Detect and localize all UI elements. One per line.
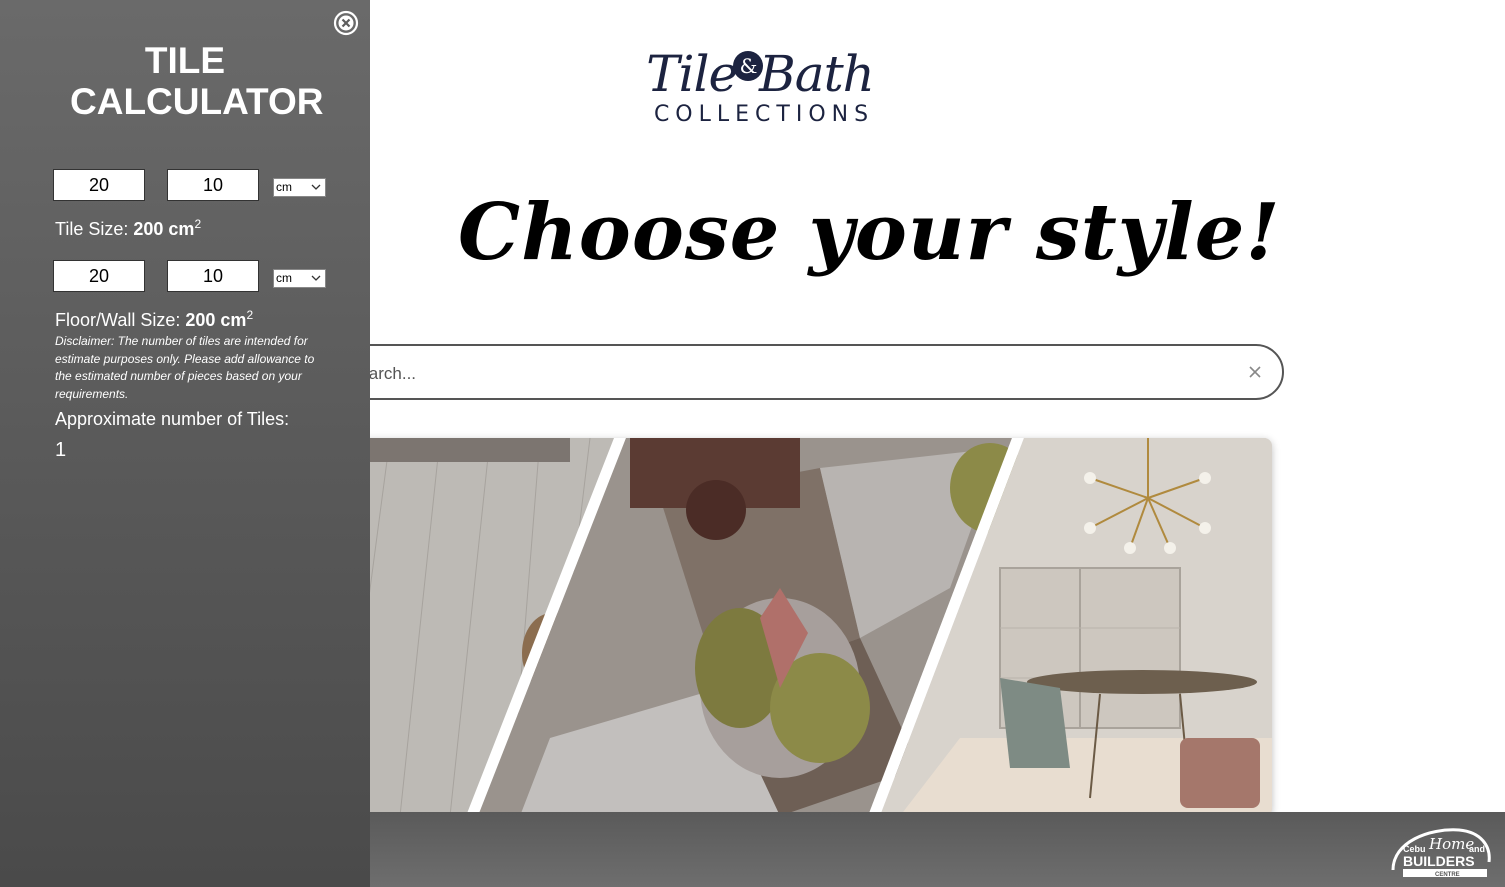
- brand-logo[interactable]: Tile &Bath COLLECTIONS: [630, 44, 890, 144]
- tile-size-exponent: 2: [194, 217, 202, 231]
- search-bar[interactable]: [300, 344, 1284, 400]
- area-size-label: Floor/Wall Size:: [55, 310, 181, 330]
- tile-size-value: 200 cm: [133, 219, 195, 239]
- area-unit-value: cm: [276, 271, 292, 285]
- area-size-exponent: 2: [246, 308, 254, 322]
- logo-amp: &: [733, 51, 764, 81]
- logo-subtitle: COLLECTIONS: [653, 102, 875, 127]
- approx-tiles-label: Approximate number of Tiles:: [55, 409, 290, 429]
- calculator-title: TILE CALCULATOR: [70, 40, 324, 122]
- tile-calculator-panel: TILE CALCULATOR cm Tile Size: 200 cm2 cm…: [0, 0, 370, 887]
- tile-unit-value: cm: [276, 180, 292, 194]
- tile-size-readout: Tile Size: 200 cm2: [55, 213, 201, 240]
- chevron-down-icon: [311, 184, 321, 190]
- partner-logo-home: Home: [1428, 835, 1474, 853]
- area-width-input[interactable]: [53, 260, 145, 292]
- style-banner-image[interactable]: [300, 438, 1272, 816]
- area-height-input[interactable]: [167, 260, 259, 292]
- area-size-readout: Floor/Wall Size: 200 cm2: [55, 304, 253, 331]
- logo-script-left: Tile: [646, 45, 738, 103]
- close-circle-icon[interactable]: [333, 10, 359, 36]
- area-size-value: 200 cm: [185, 310, 247, 330]
- chevron-down-icon: [311, 275, 321, 281]
- partner-logo-builders: BUILDERS: [1403, 853, 1475, 869]
- partner-logo[interactable]: Cebu Home and BUILDERS CENTRE: [1389, 822, 1493, 880]
- area-unit-select[interactable]: cm: [273, 269, 326, 288]
- approx-tiles-value: 1: [55, 439, 67, 461]
- partner-logo-centre: CENTRE: [1435, 872, 1460, 878]
- search-input[interactable]: [346, 358, 1210, 390]
- tile-height-input[interactable]: [167, 169, 259, 201]
- tile-size-label: Tile Size:: [55, 219, 129, 239]
- tile-unit-select[interactable]: cm: [273, 178, 326, 197]
- tile-width-input[interactable]: [53, 169, 145, 201]
- clear-x-icon[interactable]: [1244, 361, 1266, 383]
- disclaimer-text: Disclaimer: The number of tiles are inte…: [55, 334, 315, 401]
- logo-script-right: Bath: [759, 45, 875, 103]
- page-headline: Choose your style!: [458, 187, 1281, 278]
